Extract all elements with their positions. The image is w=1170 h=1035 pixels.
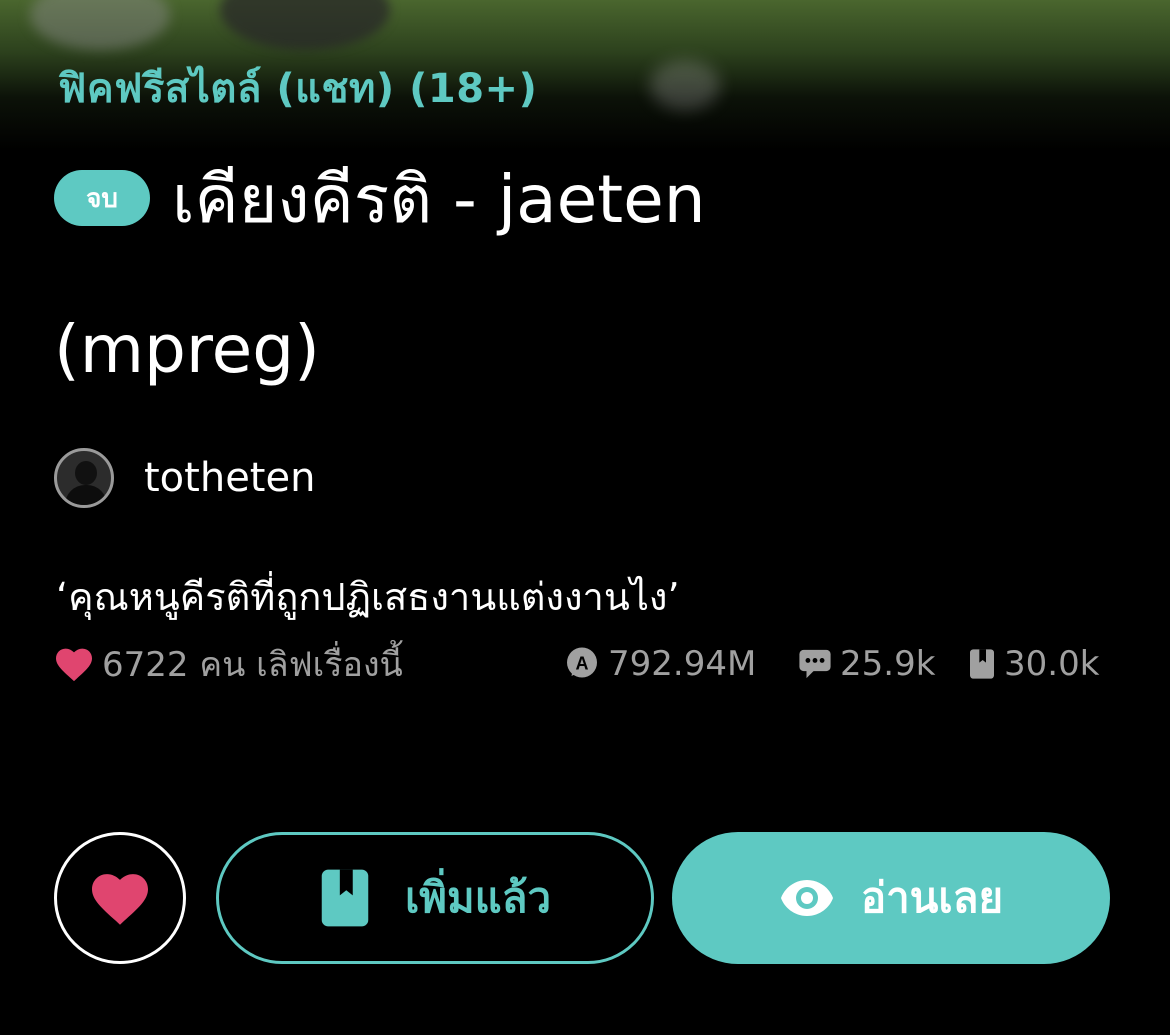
- heart-icon: [92, 874, 148, 925]
- likes-text: 6722 คน เลิฟเรื่องนี้: [102, 645, 403, 685]
- story-category[interactable]: ฟิคฟรีสไตล์ (แชท) (18+): [58, 56, 537, 120]
- story-title-line1: เคียงคีรติ - jaeten: [172, 161, 706, 238]
- avatar[interactable]: [54, 448, 114, 508]
- comments-stat: 25.9k: [798, 640, 935, 688]
- heart-icon: [56, 648, 92, 682]
- svg-text:A: A: [576, 653, 589, 673]
- cover-image-shape: [650, 60, 720, 110]
- author-name[interactable]: totheten: [144, 455, 315, 501]
- added-label: เพิ่มแล้ว: [404, 873, 552, 922]
- comments-count: 25.9k: [840, 644, 936, 684]
- read-now-button[interactable]: อ่านเลย: [672, 832, 1110, 964]
- cover-image-shape: [220, 0, 390, 50]
- bookmark-icon: [970, 649, 994, 679]
- comment-icon: [799, 649, 831, 679]
- views-stat: A 792.94M: [564, 640, 756, 688]
- eye-icon: [780, 880, 833, 916]
- bookmark-icon: [321, 869, 369, 927]
- bookmarks-stat: 30.0k: [968, 640, 1099, 688]
- story-title-line2: (mpreg): [54, 311, 320, 388]
- author-row[interactable]: totheten: [54, 446, 315, 510]
- cover-image-shape: [30, 0, 170, 50]
- status-badge: จบ: [54, 170, 150, 226]
- read-label: อ่านเลย: [860, 873, 1004, 922]
- story-stats: 6722 คน เลิฟเรื่องนี้ A 792.94M 25.9k 30…: [54, 640, 1114, 688]
- added-to-library-button[interactable]: เพิ่มแล้ว: [216, 832, 654, 964]
- likes-stat: 6722 คน เลิฟเรื่องนี้: [54, 640, 403, 688]
- story-tagline: ‘คุณหนูคีรติที่ถูกปฏิเสธงานแต่งงานไง’: [56, 575, 680, 619]
- love-button[interactable]: [54, 832, 186, 964]
- bookmarks-count: 30.0k: [1004, 644, 1100, 684]
- views-count: 792.94M: [608, 644, 757, 684]
- views-icon: A: [567, 647, 597, 678]
